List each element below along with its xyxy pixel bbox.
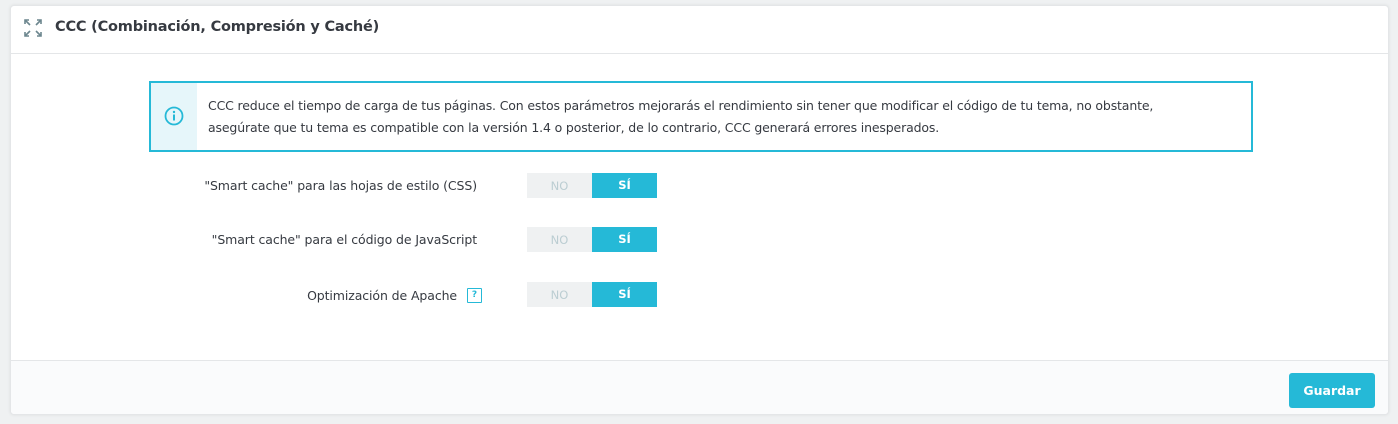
- apache-optimization-label: Optimización de Apache: [307, 288, 457, 303]
- panel-title: CCC (Combinación, Compresión y Caché): [55, 19, 380, 35]
- help-icon[interactable]: ?: [467, 288, 482, 303]
- css-smart-cache-yes-option[interactable]: SÍ: [592, 173, 657, 198]
- panel-heading: CCC (Combinación, Compresión y Caché): [11, 6, 1388, 54]
- performance-ccc-panel: CCC (Combinación, Compresión y Caché) CC…: [10, 5, 1389, 415]
- alert-text: CCC reduce el tiempo de carga de tus pág…: [208, 95, 1231, 139]
- js-smart-cache-toggle[interactable]: NO SÍ: [527, 227, 657, 252]
- css-smart-cache-no-option[interactable]: NO: [527, 173, 592, 198]
- info-icon: [164, 106, 184, 126]
- apache-optimization-yes-option[interactable]: SÍ: [592, 282, 657, 307]
- alert-text-line-1: CCC reduce el tiempo de carga de tus pág…: [208, 98, 1154, 113]
- save-button[interactable]: Guardar: [1289, 373, 1375, 408]
- panel-footer: Guardar: [11, 360, 1388, 414]
- js-smart-cache-no-option[interactable]: NO: [527, 227, 592, 252]
- js-smart-cache-yes-option[interactable]: SÍ: [592, 227, 657, 252]
- css-smart-cache-toggle[interactable]: NO SÍ: [527, 173, 657, 198]
- js-smart-cache-label: "Smart cache" para el código de JavaScri…: [211, 232, 477, 247]
- css-smart-cache-label: "Smart cache" para las hojas de estilo (…: [204, 178, 477, 193]
- expand-icon: [24, 19, 42, 37]
- apache-optimization-toggle[interactable]: NO SÍ: [527, 282, 657, 307]
- alert-icon-column: [151, 83, 197, 150]
- apache-optimization-no-option[interactable]: NO: [527, 282, 592, 307]
- alert-text-line-2: asegúrate que tu tema es compatible con …: [208, 120, 940, 135]
- info-alert: CCC reduce el tiempo de carga de tus pág…: [149, 81, 1253, 152]
